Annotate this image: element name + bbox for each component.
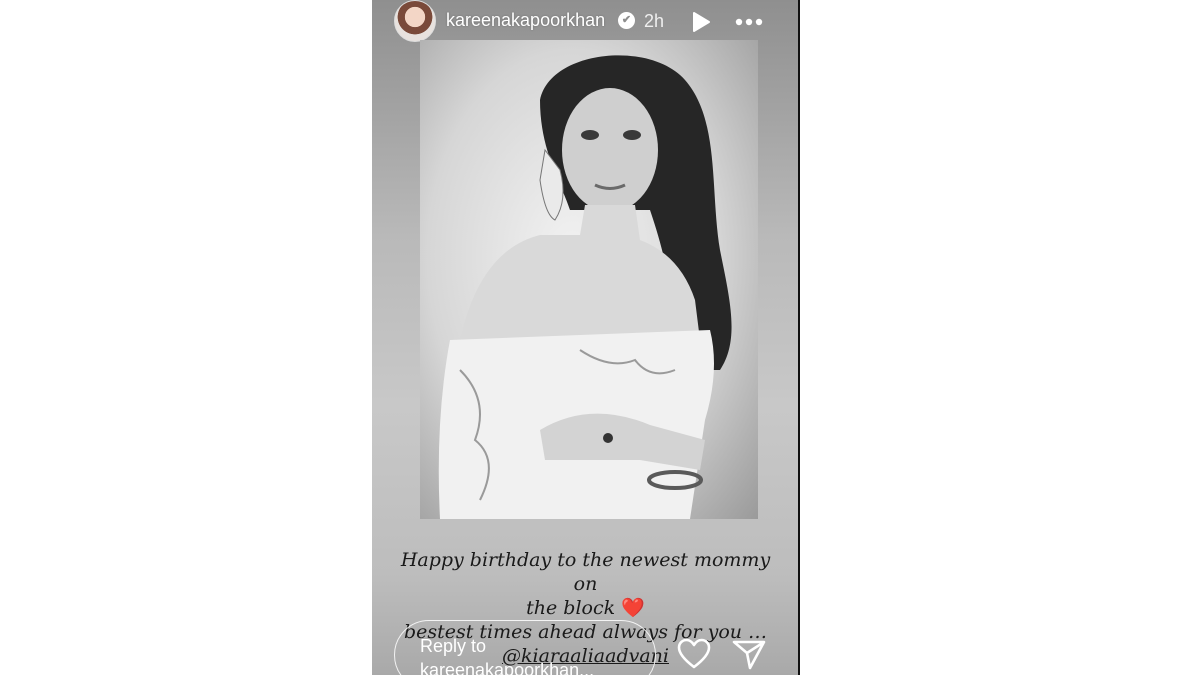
timestamp: 2h xyxy=(644,11,665,31)
verified-icon: ✔ xyxy=(618,12,635,29)
play-icon[interactable] xyxy=(690,11,712,33)
caption-line-2-text: the block xyxy=(526,597,616,619)
heart-icon[interactable] xyxy=(677,638,711,670)
red-heart-emoji: ❤️ xyxy=(621,597,645,619)
story-viewer[interactable]: kareenakapoorkhan ✔ 2h Happy birthday to… xyxy=(372,0,799,675)
caption-line-1: Happy birthday to the newest mommy on xyxy=(400,549,771,595)
send-icon[interactable] xyxy=(732,638,766,670)
story-photo xyxy=(420,40,758,519)
portrait-image xyxy=(438,55,732,519)
caption-line-2: the block ❤️ xyxy=(392,596,779,620)
story-border xyxy=(798,0,800,675)
more-icon[interactable] xyxy=(734,11,764,33)
reply-placeholder: Reply to kareenakapoorkhan... xyxy=(420,636,595,675)
username[interactable]: kareenakapoorkhan xyxy=(446,10,605,31)
avatar[interactable] xyxy=(394,0,436,42)
story-header: kareenakapoorkhan ✔ 2h xyxy=(372,0,799,44)
